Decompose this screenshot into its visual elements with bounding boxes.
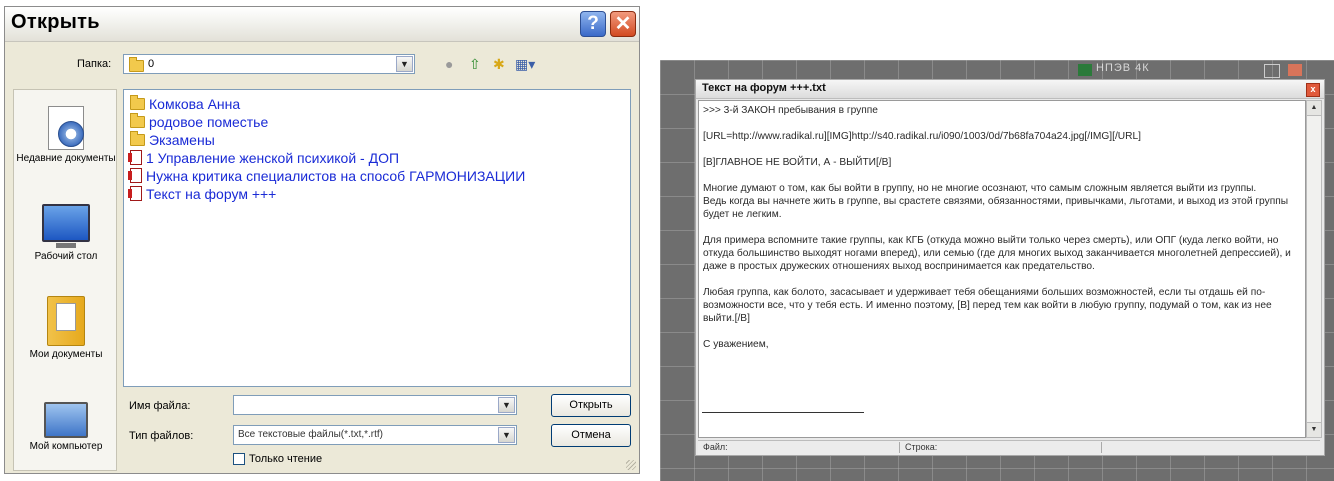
folder-combo[interactable]: 0 ▼ xyxy=(123,54,415,74)
up-folder-icon[interactable]: ⇧ xyxy=(469,57,481,71)
folder-icon xyxy=(130,131,145,146)
folder-icon xyxy=(130,113,145,128)
document-icon xyxy=(128,168,142,183)
open-button[interactable]: Открыть xyxy=(551,394,631,417)
chevron-down-icon[interactable]: ▼ xyxy=(396,56,413,72)
folder-label: Папка: xyxy=(77,58,112,70)
list-item[interactable]: Нужна критика специалистов на способ ГАР… xyxy=(128,168,525,185)
status-file: Файл: xyxy=(700,442,900,453)
editor-text-area[interactable]: >>> 3-й ЗАКОН пребывания в группе [URL=h… xyxy=(698,100,1306,438)
document-icon xyxy=(128,150,142,165)
scroll-down-icon[interactable]: ▼ xyxy=(1307,422,1321,437)
chevron-down-icon[interactable]: ▼ xyxy=(498,397,515,413)
list-item[interactable]: 1 Управление женской психикой - ДОП xyxy=(128,150,399,167)
dialog-title: Открыть xyxy=(11,11,100,33)
list-item[interactable]: Текст на форум +++ xyxy=(128,186,276,203)
list-item[interactable]: Комкова Анна xyxy=(130,95,240,113)
status-line: Строка: xyxy=(902,442,1102,453)
filetype-label: Тип файлов: xyxy=(129,430,194,442)
place-my-computer[interactable]: Мой компьютер xyxy=(14,402,116,452)
close-button[interactable]: ✕ xyxy=(610,11,636,37)
place-desktop[interactable]: Рабочий стол xyxy=(14,204,116,262)
folder-value: 0 xyxy=(148,58,155,70)
filename-label: Имя файла: xyxy=(129,400,191,412)
place-label: Мой компьютер xyxy=(29,441,103,452)
document-icon xyxy=(128,186,142,201)
readonly-label: Только чтение xyxy=(249,453,323,465)
place-recent-documents[interactable]: Недавние документы xyxy=(14,106,116,164)
filename-input[interactable]: ▼ xyxy=(233,395,517,415)
help-button[interactable]: ? xyxy=(580,11,606,37)
dialog-title-bar: Открыть ? ✕ xyxy=(5,7,639,42)
editor-title: Текст на форум +++.txt xyxy=(702,82,826,94)
background-window-button xyxy=(1264,64,1280,78)
back-icon[interactable]: ● xyxy=(445,57,453,71)
place-label: Рабочий стол xyxy=(34,251,98,262)
place-label: Мои документы xyxy=(29,349,103,360)
my-computer-icon xyxy=(44,402,88,438)
background-window-title: НПЭВ 4К xyxy=(1096,62,1150,74)
new-folder-icon[interactable]: ✱ xyxy=(493,57,505,71)
text-editor-window: Текст на форум +++.txt x >>> 3-й ЗАКОН п… xyxy=(695,79,1325,456)
filetype-value: Все текстовые файлы(*.txt,*.rtf) xyxy=(238,429,384,440)
open-dialog: Открыть ? ✕ Папка: 0 ▼ ● ⇧ ✱ ▦▾ Недавние… xyxy=(4,6,640,474)
taskbar-icon xyxy=(1078,64,1092,76)
readonly-checkbox[interactable] xyxy=(233,453,245,465)
place-label: Недавние документы xyxy=(16,153,116,164)
desktop-icon xyxy=(42,204,90,242)
place-my-documents[interactable]: Мои документы xyxy=(14,296,116,360)
scroll-up-icon[interactable]: ▲ xyxy=(1307,101,1321,116)
background-close-icon xyxy=(1288,64,1302,76)
editor-content[interactable]: >>> 3-й ЗАКОН пребывания в группе [URL=h… xyxy=(703,104,1303,351)
status-bar: Файл: Строка: xyxy=(698,440,1320,455)
filetype-select[interactable]: Все текстовые файлы(*.txt,*.rtf) ▼ xyxy=(233,425,517,445)
resize-grip[interactable] xyxy=(626,460,636,470)
list-item[interactable]: Экзамены xyxy=(130,131,215,149)
places-bar: Недавние документы Рабочий стол Мои доку… xyxy=(13,89,117,471)
editor-close-button[interactable]: x xyxy=(1306,83,1320,97)
file-list[interactable]: Комкова Анна родовое поместье Экзамены 1… xyxy=(123,89,631,387)
view-menu-icon[interactable]: ▦▾ xyxy=(515,57,535,71)
folder-icon xyxy=(129,57,144,72)
folder-icon xyxy=(130,95,145,110)
list-item[interactable]: родовое поместье xyxy=(130,113,268,131)
cancel-button[interactable]: Отмена xyxy=(551,424,631,447)
chevron-down-icon[interactable]: ▼ xyxy=(498,427,515,443)
recent-documents-icon xyxy=(48,106,84,150)
editor-title-bar: Текст на форум +++.txt x xyxy=(696,80,1324,99)
my-documents-icon xyxy=(47,296,85,346)
vertical-scrollbar[interactable]: ▲ ▼ xyxy=(1306,100,1322,438)
signature-underline xyxy=(702,412,864,413)
